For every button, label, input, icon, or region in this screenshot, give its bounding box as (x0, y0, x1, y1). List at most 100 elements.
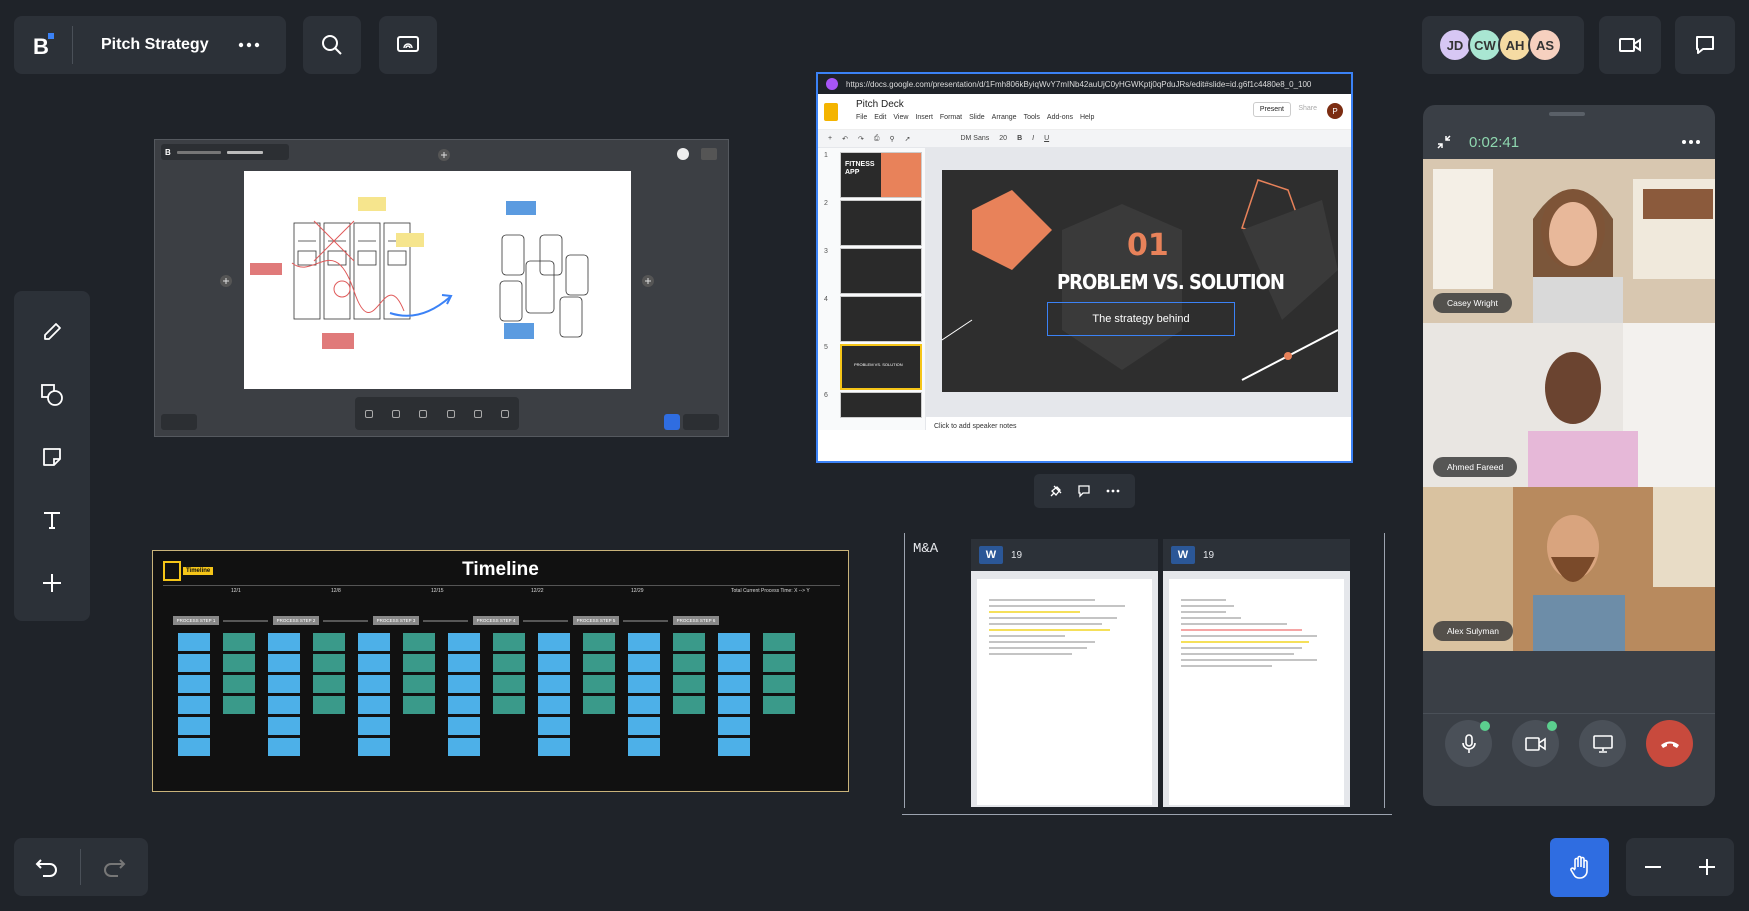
menu-slide[interactable]: Slide (969, 114, 985, 121)
user-avatar[interactable]: P (1327, 103, 1343, 119)
collapse-icon[interactable] (1437, 135, 1451, 149)
sticky-note-tool[interactable] (27, 433, 77, 483)
whiteboard-canvas[interactable] (244, 171, 631, 389)
embed-hand-button[interactable] (664, 414, 680, 430)
sub-step-box[interactable] (313, 696, 345, 714)
camera-button[interactable] (1512, 720, 1559, 767)
sub-step-box[interactable] (178, 633, 210, 651)
avatar[interactable]: AS (1528, 28, 1562, 62)
mini-link-icon[interactable] (473, 409, 482, 418)
mini-close-icon[interactable] (501, 409, 510, 418)
sub-step-box[interactable] (763, 654, 795, 672)
redo-icon[interactable]: ↷ (858, 135, 864, 143)
bold-icon[interactable]: B (1017, 135, 1022, 142)
sub-step-box[interactable] (718, 717, 750, 735)
present-button[interactable]: Present (1252, 102, 1291, 117)
shapes-tool[interactable] (27, 370, 77, 420)
sub-step-box[interactable] (178, 717, 210, 735)
avatar[interactable]: AH (1498, 28, 1532, 62)
text-tool[interactable] (27, 495, 77, 545)
sub-step-box[interactable] (493, 633, 525, 651)
sub-step-box[interactable] (718, 696, 750, 714)
sub-step-box[interactable] (583, 654, 615, 672)
sub-step-box[interactable] (358, 654, 390, 672)
board-title[interactable]: Pitch Strategy (101, 36, 211, 54)
sub-step-box[interactable] (628, 675, 660, 693)
menu-help[interactable]: Help (1080, 114, 1094, 121)
sub-step-box[interactable] (358, 717, 390, 735)
slide-thumbnail[interactable] (840, 296, 922, 342)
sub-step-box[interactable] (493, 675, 525, 693)
underline-icon[interactable]: U (1044, 135, 1049, 142)
slide-thumbnail-selected[interactable]: PROBLEM VS. SOLUTION (840, 344, 922, 390)
sub-step-box[interactable] (628, 654, 660, 672)
word-document[interactable]: W 19 (971, 539, 1158, 807)
speaker-notes[interactable]: Click to add speaker notes (926, 416, 1351, 456)
add-right-icon[interactable] (641, 274, 655, 288)
sub-step-box[interactable] (718, 675, 750, 693)
add-left-icon[interactable] (219, 274, 233, 288)
menu-format[interactable]: Format (940, 114, 962, 121)
sub-step-box[interactable] (448, 717, 480, 735)
participant-video[interactable]: Casey Wright (1423, 159, 1715, 323)
app-logo[interactable]: B (14, 16, 72, 74)
sub-step-box[interactable] (763, 633, 795, 651)
menu-addons[interactable]: Add-ons (1047, 114, 1073, 121)
sub-step-box[interactable] (628, 717, 660, 735)
screen-share-button[interactable] (379, 16, 437, 74)
menu-insert[interactable]: Insert (915, 114, 933, 121)
sub-step-box[interactable] (448, 738, 480, 756)
menu-file[interactable]: File (856, 114, 867, 121)
font-size-select[interactable]: 20 (999, 135, 1007, 142)
mini-image-icon[interactable] (446, 409, 455, 418)
sub-step-box[interactable] (358, 738, 390, 756)
sub-step-box[interactable] (313, 633, 345, 651)
embed-actions[interactable] (675, 146, 719, 162)
sub-step-box[interactable] (763, 696, 795, 714)
ma-frame[interactable]: M&A W 19 W 19 (904, 533, 1385, 808)
sub-step-box[interactable] (583, 696, 615, 714)
sub-step-box[interactable] (448, 633, 480, 651)
slide-thumbnail[interactable]: FITNESS APP (840, 152, 922, 198)
zoom-icon[interactable]: ⚲ (889, 135, 894, 143)
drag-handle[interactable] (1549, 112, 1585, 116)
add-tool[interactable] (27, 558, 77, 608)
slides-embed[interactable]: https://docs.google.com/presentation/d/1… (816, 72, 1353, 463)
sub-step-box[interactable] (448, 654, 480, 672)
sub-step-box[interactable] (313, 654, 345, 672)
document-page[interactable] (1169, 579, 1344, 805)
sub-step-box[interactable] (718, 654, 750, 672)
slide-editor[interactable]: 01 PROBLEM VS. SOLUTION The strategy beh… (926, 148, 1351, 416)
sub-step-box[interactable] (358, 696, 390, 714)
sub-step-box[interactable] (268, 654, 300, 672)
sub-step-box[interactable] (268, 633, 300, 651)
more-options-icon[interactable] (1106, 484, 1120, 498)
add-slide-icon[interactable]: + (828, 135, 832, 142)
sub-step-box[interactable] (538, 654, 570, 672)
sub-step-box[interactable] (268, 738, 300, 756)
sub-step-box[interactable] (628, 633, 660, 651)
zoom-in-button[interactable] (1687, 847, 1727, 887)
slide-thumbnail[interactable] (840, 392, 922, 418)
word-document[interactable]: W 19 (1163, 539, 1350, 807)
menu-view[interactable]: View (893, 114, 908, 121)
participant-avatars[interactable]: JD CW AH AS (1422, 16, 1584, 74)
end-call-button[interactable] (1646, 720, 1693, 767)
sub-step-box[interactable] (223, 633, 255, 651)
add-icon[interactable] (437, 148, 451, 162)
participant-video[interactable]: Ahmed Fareed (1423, 323, 1715, 487)
sub-step-box[interactable] (448, 696, 480, 714)
slide-heading[interactable]: PROBLEM VS. SOLUTION (1057, 270, 1285, 294)
slide-text-box[interactable]: The strategy behind (1047, 302, 1235, 336)
sub-step-box[interactable] (673, 675, 705, 693)
embed-zoom[interactable] (683, 414, 719, 430)
mini-shapes-icon[interactable] (391, 409, 400, 418)
search-button[interactable] (303, 16, 361, 74)
url-bar[interactable]: https://docs.google.com/presentation/d/1… (818, 74, 1351, 94)
sub-step-box[interactable] (673, 633, 705, 651)
print-icon[interactable]: ⎙ (874, 135, 880, 143)
sub-step-box[interactable] (718, 633, 750, 651)
video-call-button[interactable] (1599, 16, 1661, 74)
sub-step-box[interactable] (403, 654, 435, 672)
sub-step-box[interactable] (628, 696, 660, 714)
